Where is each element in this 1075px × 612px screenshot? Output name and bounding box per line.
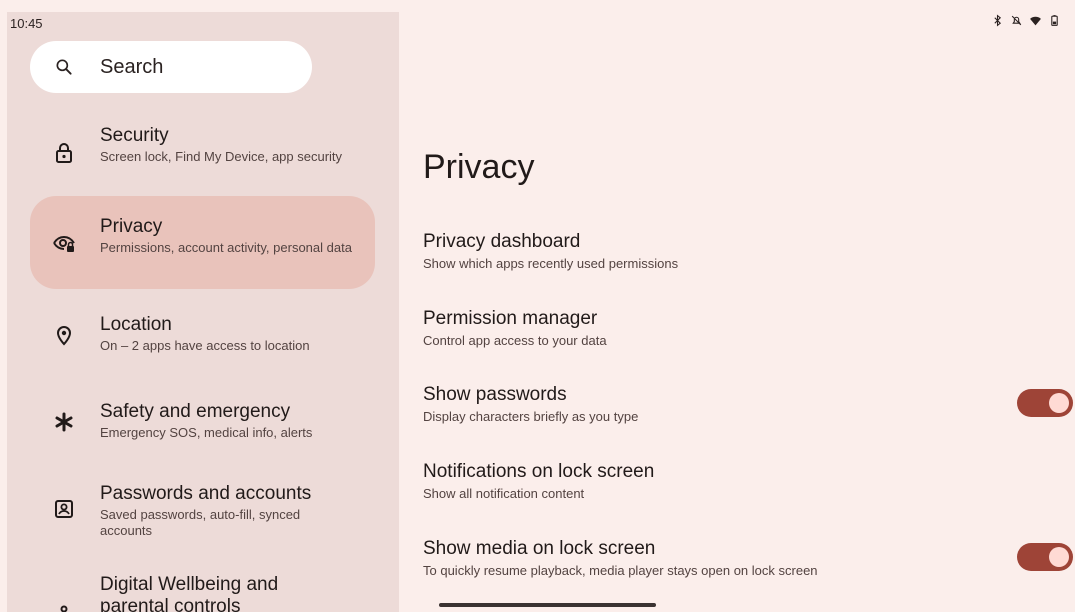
sidebar-item-security[interactable]: Security Screen lock, Find My Device, ap…: [30, 120, 375, 186]
pref-subtitle: Show all notification content: [423, 486, 585, 501]
pref-title: Notifications on lock screen: [423, 461, 655, 482]
pref-title: Show media on lock screen: [423, 538, 656, 559]
sidebar-item-title: Privacy: [100, 216, 163, 237]
sidebar-item-digital-wellbeing[interactable]: Digital Wellbeing and parental controls: [30, 572, 375, 612]
page-title: Privacy: [423, 148, 535, 186]
asterisk-icon: [55, 412, 73, 432]
sidebar-item-privacy[interactable]: Privacy Permissions, account activity, p…: [30, 196, 375, 289]
toggle-knob: [1049, 393, 1069, 413]
lock-icon: [56, 143, 72, 163]
search-icon: [56, 59, 72, 75]
pref-title: Privacy dashboard: [423, 231, 581, 252]
pref-subtitle: To quickly resume playback, media player…: [423, 563, 818, 578]
search-label: Search: [100, 55, 164, 78]
mute-icon: [1011, 15, 1022, 26]
pref-notifications-lock-screen[interactable]: Notifications on lock screen Show all no…: [423, 461, 1063, 502]
sidebar-item-subtitle: Screen lock, Find My Device, app securit…: [100, 149, 343, 164]
pref-show-passwords[interactable]: Show passwords Display characters briefl…: [423, 384, 1063, 425]
sidebar-item-subtitle: Permissions, account activity, personal …: [100, 240, 352, 255]
toggle-knob: [1049, 547, 1069, 567]
wifi-icon: [1030, 16, 1041, 26]
sidebar-item-title: Digital Wellbeing and parental controls: [100, 574, 279, 612]
privacy-eye-icon: [53, 235, 75, 252]
status-icons: [991, 14, 1061, 27]
location-pin-icon: [56, 326, 72, 346]
status-time: 10:45: [10, 16, 43, 31]
show-passwords-toggle[interactable]: [1017, 389, 1073, 417]
pref-title: Permission manager: [423, 308, 598, 329]
sidebar-item-title: Location: [100, 314, 172, 335]
sidebar-item-safety-emergency[interactable]: Safety and emergency Emergency SOS, medi…: [30, 395, 375, 449]
sidebar-item-subtitle: Emergency SOS, medical info, alerts: [100, 425, 313, 440]
sidebar: Search Security Screen lock, Find My Dev…: [7, 12, 399, 612]
pref-permission-manager[interactable]: Permission manager Control app access to…: [423, 308, 1063, 349]
sidebar-item-title: Security: [100, 125, 169, 146]
sidebar-item-passwords-accounts[interactable]: Passwords and accounts Saved passwords, …: [30, 477, 375, 547]
settings-screen: Search Security Screen lock, Find My Dev…: [0, 0, 1075, 612]
sidebar-item-title: Safety and emergency: [100, 401, 291, 422]
bluetooth-icon: [994, 14, 1002, 27]
gesture-navigation-bar[interactable]: [439, 603, 656, 607]
pref-privacy-dashboard[interactable]: Privacy dashboard Show which apps recent…: [423, 231, 1063, 272]
battery-icon: [1051, 15, 1058, 26]
pref-title: Show passwords: [423, 384, 567, 405]
account-box-icon: [55, 500, 73, 518]
sidebar-item-subtitle: Saved passwords, auto-fill, synced accou…: [100, 507, 301, 538]
pref-subtitle: Show which apps recently used permission…: [423, 256, 679, 271]
pref-subtitle: Control app access to your data: [423, 333, 607, 348]
pref-subtitle: Display characters briefly as you type: [423, 409, 639, 424]
sidebar-item-location[interactable]: Location On – 2 apps have access to loca…: [30, 308, 375, 362]
pref-show-media-lock-screen[interactable]: Show media on lock screen To quickly res…: [423, 538, 1063, 579]
wellbeing-icon: [60, 605, 68, 612]
sidebar-item-title: Passwords and accounts: [100, 483, 312, 504]
sidebar-item-subtitle: On – 2 apps have access to location: [100, 338, 310, 353]
search-bar[interactable]: Search: [30, 41, 312, 93]
show-media-toggle[interactable]: [1017, 543, 1073, 571]
